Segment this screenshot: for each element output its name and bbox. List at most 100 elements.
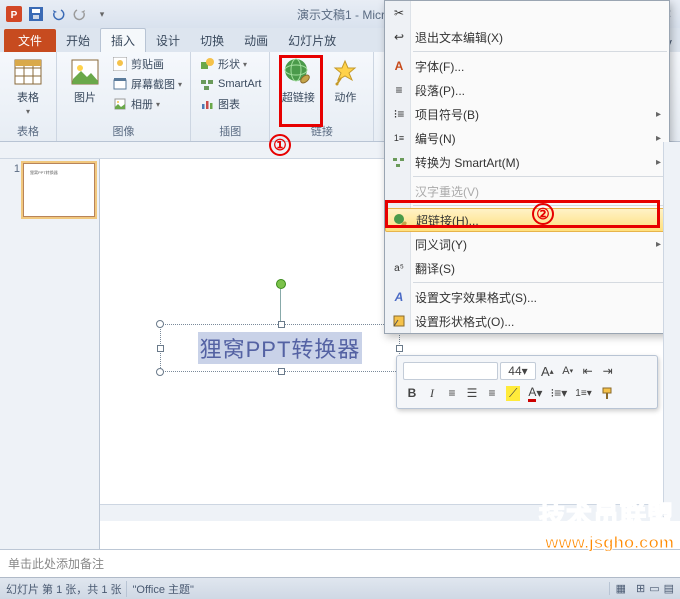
chevron-right-icon: ▸ xyxy=(656,109,661,120)
numbering-button[interactable]: 1≡▾ xyxy=(572,384,594,402)
shrink-font-button[interactable]: A▾ xyxy=(559,362,577,380)
chart-icon xyxy=(199,96,215,112)
chevron-right-icon: ▸ xyxy=(656,157,661,168)
quick-access-toolbar: P ▾ xyxy=(4,4,112,24)
table-icon xyxy=(13,57,43,87)
text-effects-icon: A xyxy=(391,289,407,305)
decrease-indent-button[interactable]: ⇤ xyxy=(579,362,597,380)
align-right-button[interactable]: ≡ xyxy=(483,384,501,402)
smartart-icon xyxy=(199,76,215,92)
grow-font-button[interactable]: A▴ xyxy=(538,362,557,380)
menu-font[interactable]: A字体(F)... xyxy=(385,54,669,78)
theme-indicator: "Office 主题" xyxy=(126,581,200,597)
resize-handle[interactable] xyxy=(157,345,164,352)
svg-text:P: P xyxy=(11,10,18,21)
increase-indent-button[interactable]: ⇥ xyxy=(599,362,617,380)
action-button[interactable]: 动作 xyxy=(323,55,367,105)
vertical-scrollbar[interactable] xyxy=(663,142,680,521)
screenshot-icon xyxy=(112,76,128,92)
italic-button[interactable]: I xyxy=(423,384,441,402)
bullets-button[interactable]: ⁝≡▾ xyxy=(547,384,570,402)
annotation-box-2 xyxy=(385,200,660,228)
font-selector[interactable] xyxy=(403,362,498,380)
menu-numbering[interactable]: 1≡编号(N)▸ xyxy=(385,126,669,150)
tab-design[interactable]: 设计 xyxy=(146,29,190,52)
textbox-text: 狸窝PPT转换器 xyxy=(198,332,363,364)
table-button[interactable]: 表格 ▾ xyxy=(6,55,50,116)
app-icon[interactable]: P xyxy=(4,4,24,24)
chevron-right-icon: ▸ xyxy=(656,133,661,144)
clipart-icon xyxy=(112,56,128,72)
smartart-icon xyxy=(391,154,407,170)
arrow-icon: ↩ xyxy=(391,29,407,45)
tab-transitions[interactable]: 切换 xyxy=(190,29,234,52)
numbering-icon: 1≡ xyxy=(391,130,407,146)
cut-icon: ✂ xyxy=(391,5,407,21)
bullets-icon: ⁝≡ xyxy=(391,106,407,122)
annotation-number-2: ② xyxy=(532,203,554,225)
tab-slideshow[interactable]: 幻灯片放 xyxy=(278,29,346,52)
ribbon-group-images: 图片 剪贴画 屏幕截图▾ 相册▾ 图像 xyxy=(57,52,191,141)
translate-icon: a⁵ xyxy=(391,260,407,276)
shapes-button[interactable]: 形状▾ xyxy=(197,55,263,73)
slide-indicator: 幻灯片 第 1 张，共 1 张 xyxy=(6,581,122,597)
status-bar: 幻灯片 第 1 张，共 1 张 "Office 主题" ▦ ⊞ ▭ ▤ xyxy=(0,577,680,599)
resize-handle[interactable] xyxy=(396,345,403,352)
tab-animations[interactable]: 动画 xyxy=(234,29,278,52)
fontsize-selector[interactable]: 44 ▾ xyxy=(500,362,536,380)
rotation-handle[interactable] xyxy=(276,279,286,289)
align-left-button[interactable]: ≡ xyxy=(443,384,461,402)
slide-panel: 1 狸窝PPT转换器 xyxy=(0,159,100,549)
menu-cut[interactable]: ✂ xyxy=(385,1,669,25)
mini-toolbar: 44 ▾ A▴ A▾ ⇤ ⇥ B I ≡ ☰ ≡ ⟋ A▾ ⁝≡▾ 1≡▾ xyxy=(396,355,658,409)
menu-text-effects-format[interactable]: A设置文字效果格式(S)... xyxy=(385,285,669,309)
menu-exit-text-edit[interactable]: ↩退出文本编辑(X) xyxy=(385,25,669,49)
annotation-box-1 xyxy=(279,55,323,127)
ribbon-group-illustrations: 形状▾ SmartArt 图表 插图 xyxy=(191,52,270,141)
panel-tabs[interactable] xyxy=(0,159,10,549)
view-slideshow-button[interactable]: ▤ xyxy=(664,582,674,595)
slide: 狸窝PPT转换器 xyxy=(150,199,420,399)
picture-icon xyxy=(70,57,100,87)
file-tab[interactable]: 文件 xyxy=(4,29,56,52)
menu-convert-smartart[interactable]: 转换为 SmartArt(M)▸ xyxy=(385,150,669,174)
font-color-button[interactable]: A▾ xyxy=(525,384,545,402)
save-icon[interactable] xyxy=(26,4,46,24)
view-normal-button[interactable]: ▦ xyxy=(609,582,632,595)
tab-insert[interactable]: 插入 xyxy=(100,28,146,52)
resize-handle[interactable] xyxy=(156,320,164,328)
annotation-number-1: ① xyxy=(269,134,291,156)
font-icon: A xyxy=(391,58,407,74)
format-painter-button[interactable] xyxy=(597,384,617,402)
ribbon-group-tables: 表格 ▾ 表格 xyxy=(0,52,57,141)
menu-translate[interactable]: a⁵翻译(S) xyxy=(385,256,669,280)
textbox-selected[interactable]: 狸窝PPT转换器 xyxy=(160,324,400,372)
undo-icon[interactable] xyxy=(48,4,68,24)
view-sorter-button[interactable]: ⊞ xyxy=(636,582,645,595)
bold-button[interactable]: B xyxy=(403,384,421,402)
align-center-button[interactable]: ☰ xyxy=(463,384,481,402)
highlight-button[interactable]: ⟋ xyxy=(503,384,523,402)
redo-icon[interactable] xyxy=(70,4,90,24)
qat-more-icon[interactable]: ▾ xyxy=(92,4,112,24)
menu-bullets[interactable]: ⁝≡项目符号(B)▸ xyxy=(385,102,669,126)
shapes-icon xyxy=(199,56,215,72)
resize-handle[interactable] xyxy=(156,368,164,376)
watermark: 技术员联盟 www.jsgho.com xyxy=(539,496,674,553)
menu-synonyms[interactable]: 同义词(Y)▸ xyxy=(385,232,669,256)
screenshot-button[interactable]: 屏幕截图▾ xyxy=(110,75,184,93)
album-button[interactable]: 相册▾ xyxy=(110,95,184,113)
chart-button[interactable]: 图表 xyxy=(197,95,263,113)
picture-button[interactable]: 图片 xyxy=(63,55,107,105)
resize-handle[interactable] xyxy=(278,321,285,328)
tab-home[interactable]: 开始 xyxy=(56,29,100,52)
menu-shape-format[interactable]: 设置形状格式(O)... xyxy=(385,309,669,333)
shape-format-icon xyxy=(391,313,407,329)
view-reading-button[interactable]: ▭ xyxy=(649,582,659,595)
context-menu: ✂ ↩退出文本编辑(X) A字体(F)... ≡段落(P)... ⁝≡项目符号(… xyxy=(384,0,670,334)
resize-handle[interactable] xyxy=(278,368,285,375)
smartart-button[interactable]: SmartArt xyxy=(197,75,263,93)
menu-paragraph[interactable]: ≡段落(P)... xyxy=(385,78,669,102)
slide-thumbnail[interactable]: 1 狸窝PPT转换器 xyxy=(14,163,95,217)
clipart-button[interactable]: 剪贴画 xyxy=(110,55,184,73)
